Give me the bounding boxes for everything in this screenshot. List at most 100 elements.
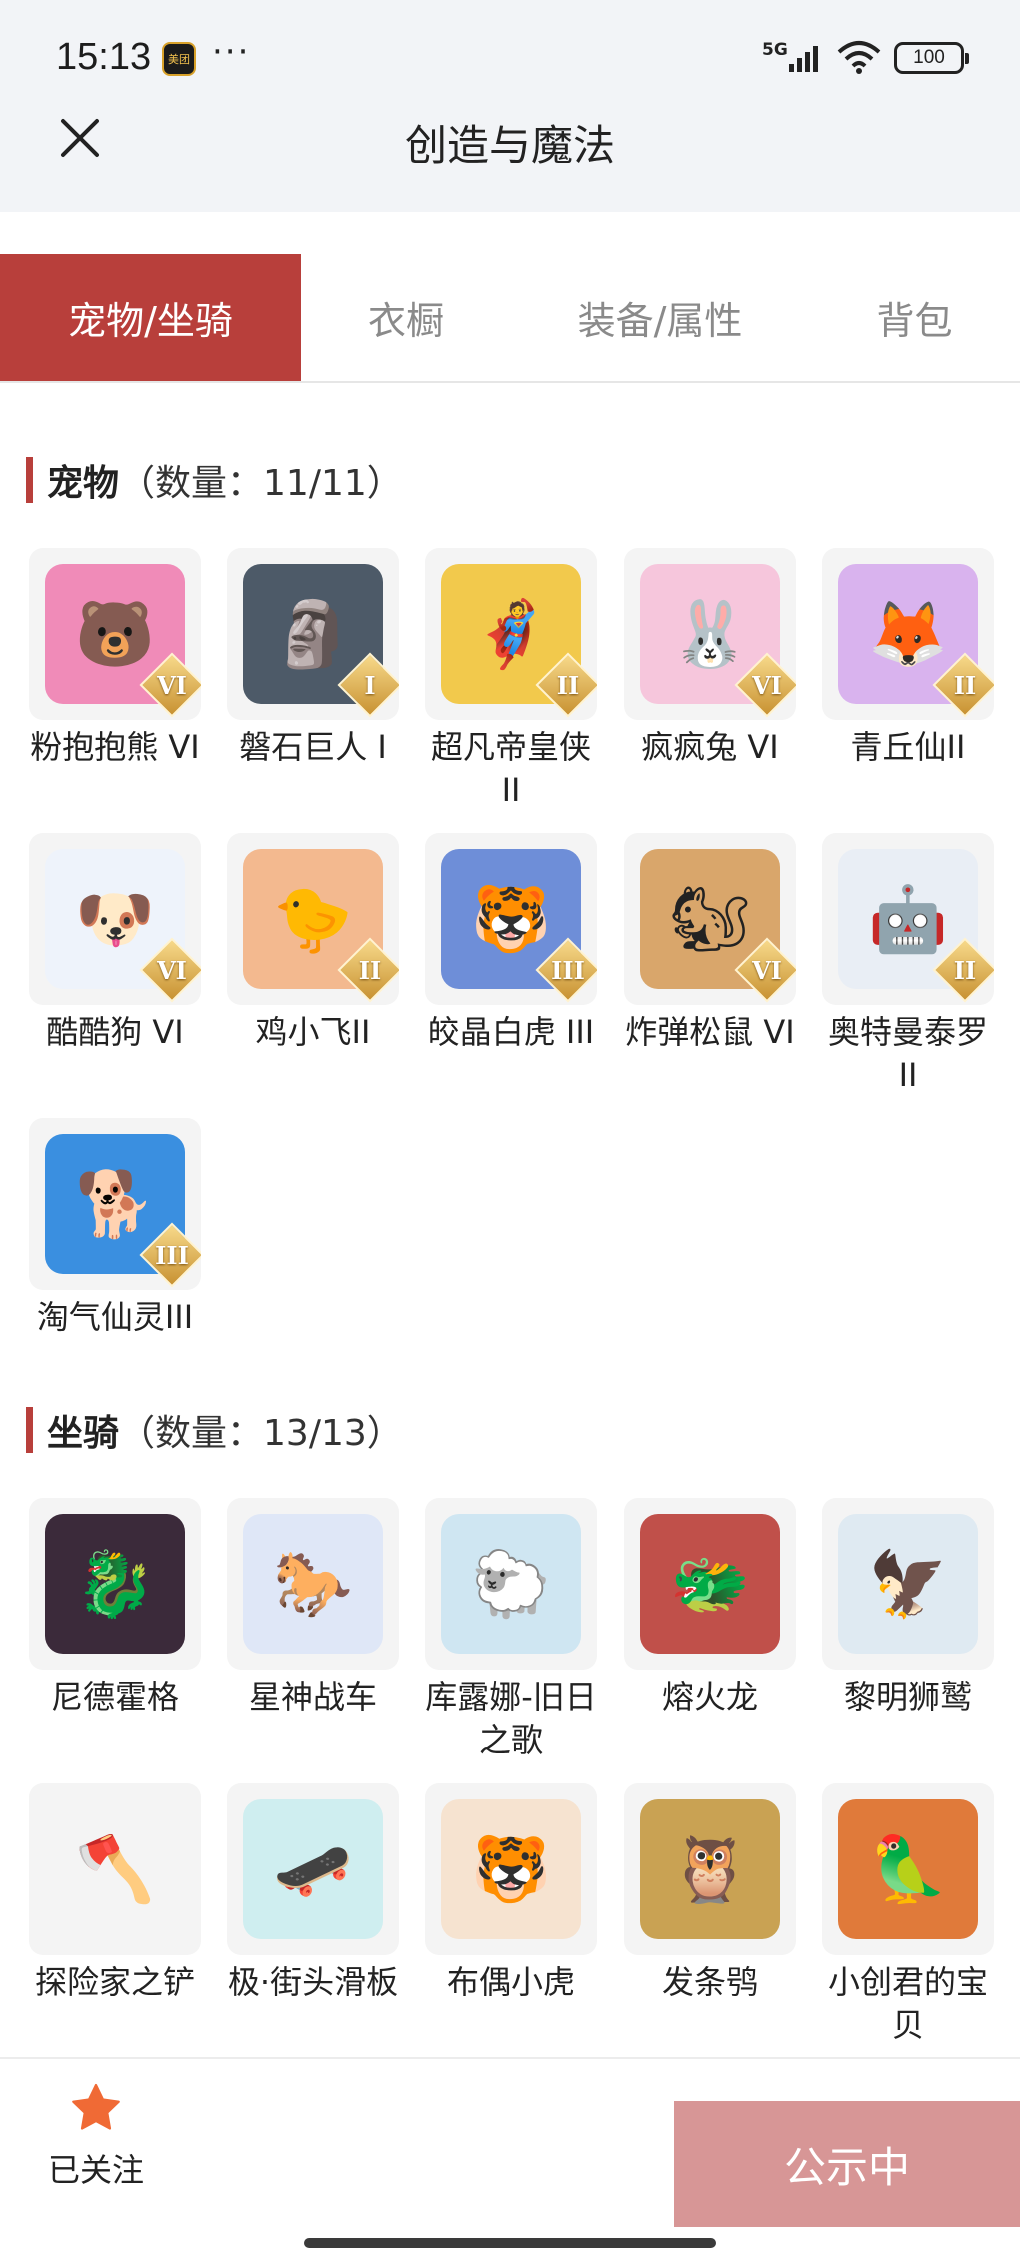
item-thumbnail: 🦊 II [822, 548, 994, 720]
item-thumbnail: 🐑 [425, 1498, 597, 1670]
item-artwork-icon: 🦅 [838, 1514, 978, 1654]
grid-item[interactable]: 🐉 尼德霍格 [20, 1498, 210, 1719]
item-thumbnail: 🗿 I [227, 548, 399, 720]
grid-item[interactable]: 🦜 小创君的宝贝 [813, 1783, 1003, 2047]
item-artwork-icon: 🐎 [243, 1514, 383, 1654]
grid-item[interactable]: 🐿 VI 炸弹松鼠 VI [615, 833, 805, 1054]
item-name: 奥特曼泰罗 II [827, 1013, 988, 1094]
item-name: 磐石巨人 I [239, 728, 387, 766]
tier-badge-text: III [155, 1240, 189, 1270]
follow-button[interactable]: 已关注 [40, 2081, 152, 2191]
item-thumbnail: 🦅 [822, 1498, 994, 1670]
item-thumbnail: 🐯 [425, 1783, 597, 1955]
item-thumbnail: 🐎 [227, 1498, 399, 1670]
grid-item[interactable]: 🐤 II 鸡小飞II [218, 833, 408, 1054]
grid-item[interactable]: 🐻 VI 粉抱抱熊 VI [20, 548, 210, 769]
item-thumbnail: 🐻 VI [29, 548, 201, 720]
item-name: 探险家之铲 [34, 1963, 195, 2001]
item-thumbnail: 🐤 II [227, 833, 399, 1005]
nav-bar: 创造与魔法 [0, 100, 1020, 186]
tab-backpack[interactable]: 背包 [809, 254, 1020, 381]
status-time: 15:13 [56, 36, 152, 78]
network-type: 5G [762, 40, 788, 60]
grid-item[interactable]: 🤖 II 奥特曼泰罗 II [813, 833, 1003, 1097]
item-artwork-icon: 🐑 [441, 1514, 581, 1654]
grid-item[interactable]: 🐰 VI 疯疯兔 VI [615, 548, 805, 769]
grid-item[interactable]: 🗿 I 磐石巨人 I [218, 548, 408, 769]
grid-item[interactable]: 🐯 III 皎晶白虎 III [416, 833, 606, 1054]
grid-item[interactable]: 🦉 发条鸮 [615, 1783, 805, 2004]
tier-badge-text: II [953, 955, 977, 985]
item-thumbnail: 🦜 [822, 1783, 994, 1955]
grid-item[interactable]: 🦊 II 青丘仙II [813, 548, 1003, 769]
grid-item[interactable]: 🪓 探险家之铲 [20, 1783, 210, 2004]
tab-wardrobe[interactable]: 衣橱 [301, 254, 511, 381]
grid-item[interactable]: 🐎 星神战车 [218, 1498, 408, 1719]
wifi-icon [837, 41, 881, 74]
grid-item[interactable]: 🦅 黎明狮鹫 [813, 1498, 1003, 1719]
item-name: 炸弹松鼠 VI [625, 1013, 795, 1051]
tier-badge-text: VI [157, 955, 187, 985]
mounts-section-title: 坐骑 [47, 1413, 120, 1454]
item-name: 库露娜-旧日之歌 [425, 1678, 597, 1759]
mounts-section-count: （数量：13/13） [119, 1413, 403, 1454]
item-name: 皎晶白虎 III [427, 1013, 595, 1051]
tab-bar: 宠物/坐骑 衣橱 装备/属性 背包 [0, 254, 1020, 383]
grid-item[interactable]: 🦸 II 超凡帝皇侠 II [416, 548, 606, 812]
tier-badge-text: III [551, 955, 585, 985]
grid-item[interactable]: 🛹 极·街头滑板 [218, 1783, 408, 2004]
grid-item[interactable]: 🐶 VI 酷酷狗 VI [20, 833, 210, 1054]
mounts-section-header: 坐骑 （数量：13/13） [26, 1405, 403, 1455]
grid-item[interactable]: 🐕 III 淘气仙灵III [20, 1118, 210, 1339]
tier-badge-text: II [358, 955, 382, 985]
star-icon [72, 2083, 120, 2130]
tier-badge-text: VI [157, 670, 187, 700]
item-name: 熔火龙 [661, 1678, 758, 1716]
item-artwork-icon: 🐯 [441, 1799, 581, 1939]
item-thumbnail: 🐿 VI [624, 833, 796, 1005]
item-artwork-icon: 🐲 [640, 1514, 780, 1654]
item-name: 疯疯兔 VI [641, 728, 779, 766]
tab-equipment[interactable]: 装备/属性 [511, 254, 809, 381]
tier-badge-text: VI [752, 670, 782, 700]
public-status-button[interactable]: 公示中 [674, 2101, 1020, 2227]
item-thumbnail: 🐶 VI [29, 833, 201, 1005]
item-thumbnail: 🐯 III [425, 833, 597, 1005]
item-artwork-icon: 🦜 [838, 1799, 978, 1939]
item-artwork-icon: 🛹 [243, 1799, 383, 1939]
more-notifications-icon: ··· [212, 32, 251, 72]
item-name: 发条鸮 [661, 1963, 758, 2001]
meituan-app-icon: 美团 [162, 42, 196, 76]
grid-item[interactable]: 🐲 熔火龙 [615, 1498, 805, 1719]
item-name: 超凡帝皇侠 II [430, 728, 591, 809]
item-name: 极·街头滑板 [227, 1963, 399, 2001]
item-name: 青丘仙II [850, 728, 966, 766]
grid-item[interactable]: 🐑 库露娜-旧日之歌 [416, 1498, 606, 1762]
home-indicator[interactable] [304, 2238, 716, 2248]
item-thumbnail: 🐕 III [29, 1118, 201, 1290]
item-name: 星神战车 [248, 1678, 377, 1716]
item-artwork-icon: 🐉 [45, 1514, 185, 1654]
item-name: 粉抱抱熊 VI [30, 728, 200, 766]
tab-pets-mounts[interactable]: 宠物/坐骑 [0, 254, 301, 381]
item-artwork-icon: 🦉 [640, 1799, 780, 1939]
page-title: 创造与魔法 [404, 121, 615, 170]
item-name: 鸡小飞II [255, 1013, 371, 1051]
item-thumbnail: 🐰 VI [624, 548, 796, 720]
signal-icon [789, 46, 818, 72]
item-name: 黎明狮鹫 [843, 1678, 972, 1716]
top-header: 15:13 美团 ··· 5G 100 创造与魔法 [0, 0, 1020, 212]
pets-section-title: 宠物 [47, 463, 120, 504]
item-thumbnail: 🦸 II [425, 548, 597, 720]
item-thumbnail: 🤖 II [822, 833, 994, 1005]
item-thumbnail: 🐉 [29, 1498, 201, 1670]
tier-badge-text: I [364, 670, 376, 700]
item-name: 布偶小虎 [446, 1963, 575, 2001]
item-thumbnail: 🪓 [29, 1783, 201, 1955]
item-thumbnail: 🐲 [624, 1498, 796, 1670]
battery-icon: 100 [894, 42, 969, 74]
tier-badge-text: II [953, 670, 977, 700]
bottom-bar: 已关注 公示中 [0, 2057, 1020, 2267]
item-name: 小创君的宝贝 [827, 1963, 988, 2044]
grid-item[interactable]: 🐯 布偶小虎 [416, 1783, 606, 2004]
